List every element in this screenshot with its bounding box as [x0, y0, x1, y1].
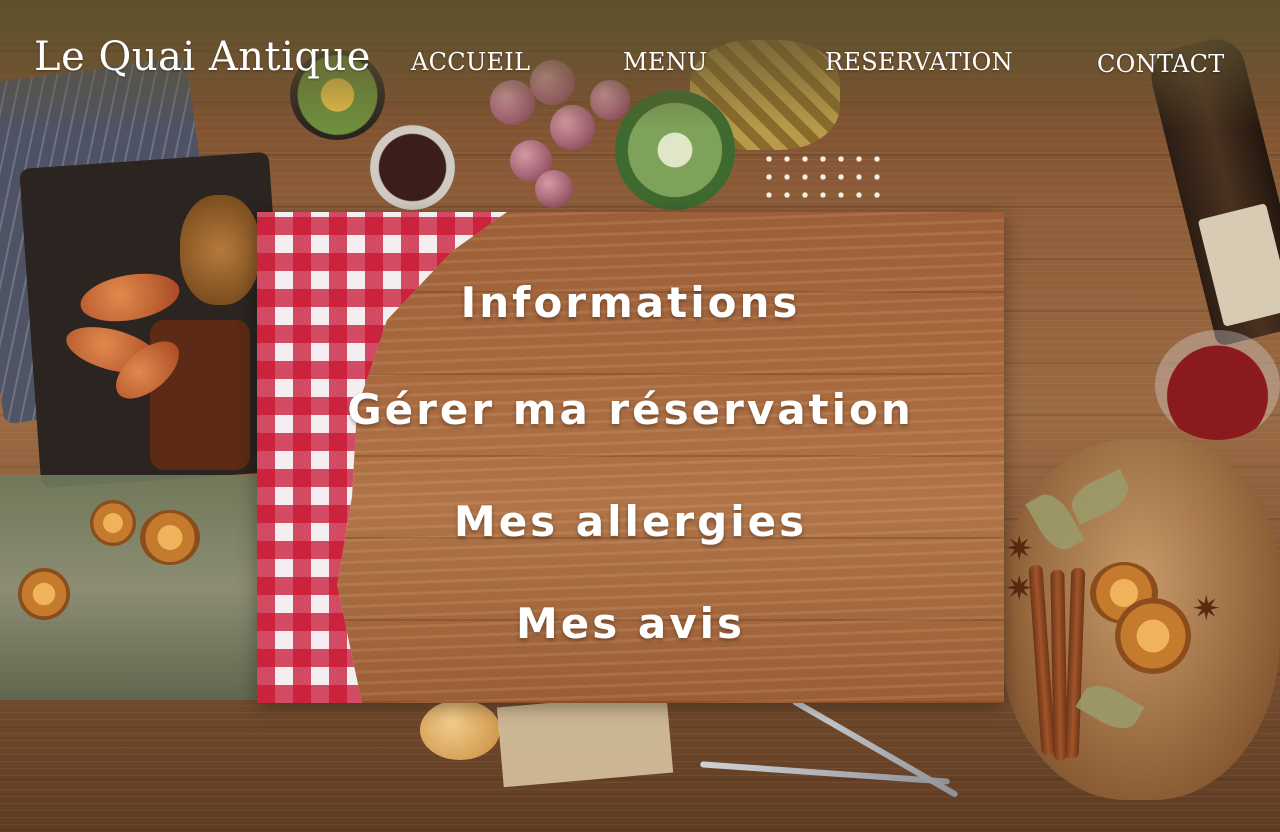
nav-link-accueil[interactable]: ACCUEIL [411, 48, 530, 76]
menu-item-allergies[interactable]: Mes allergies [257, 497, 1004, 546]
site-logo[interactable]: Le Quai Antique [34, 34, 371, 80]
menu-item-manage-reservation[interactable]: Gérer ma réservation [257, 385, 1004, 434]
nav-link-reservation[interactable]: RESERVATION [825, 48, 1013, 76]
star-anise-icon: ✷ [1005, 529, 1034, 569]
fork [791, 697, 959, 799]
menu-item-informations[interactable]: Informations [257, 278, 1004, 327]
grape [535, 170, 573, 208]
star-anise-icon: ✷ [1192, 589, 1221, 629]
nav-link-menu[interactable]: MENU [623, 48, 708, 76]
account-menu-panel: Informations Gérer ma réservation Mes al… [257, 212, 1004, 703]
site-header: Le Quai Antique ACCUEIL MENU RESERVATION… [0, 0, 1280, 125]
dried-orange-slice [18, 568, 70, 620]
dried-orange-slice [140, 510, 200, 565]
wine-glass [1155, 330, 1280, 440]
dried-orange-slice [90, 500, 136, 546]
star-anise-icon: ✷ [1005, 569, 1034, 609]
roast-chicken [180, 195, 260, 305]
bread-roll [420, 700, 500, 760]
white-flowers [760, 150, 890, 210]
nav-link-contact[interactable]: CONTACT [1097, 50, 1225, 78]
sauce-bowl [370, 125, 455, 210]
newspaper-wrap [496, 692, 674, 788]
dried-orange-slice [1115, 598, 1191, 674]
menu-item-reviews[interactable]: Mes avis [257, 599, 1004, 648]
